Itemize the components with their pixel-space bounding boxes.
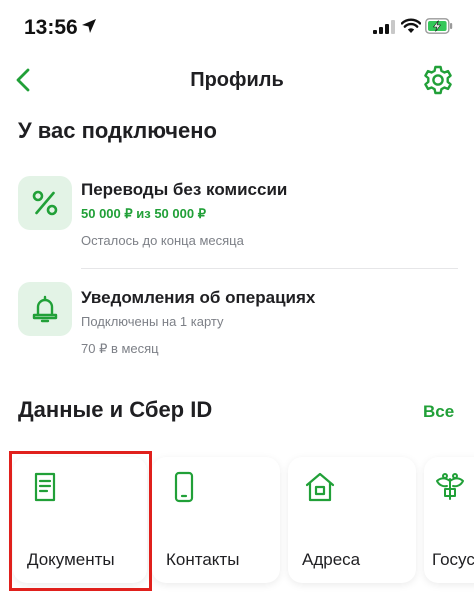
addresses-card[interactable]: Адреса (288, 457, 416, 583)
service-note: Осталось до конца месяца (81, 233, 244, 248)
divider (81, 268, 458, 269)
card-label: Адреса (302, 550, 361, 569)
wifi-icon (401, 18, 421, 33)
nav-bar: Профиль (0, 56, 474, 106)
card-label: Контакты (166, 550, 240, 569)
service-price: 70 ₽ в месяц (81, 341, 159, 356)
bell-icon (32, 295, 58, 323)
page-title: Профиль (190, 69, 284, 91)
service-detail: Подключены на 1 карту (81, 314, 224, 329)
gosuslugi-card[interactable]: Госуслуги (424, 457, 474, 583)
location-arrow-icon (82, 19, 96, 33)
phone-icon (174, 471, 194, 503)
status-time: 13:56 (24, 16, 78, 39)
percent-icon (32, 190, 58, 216)
connected-section-title: У вас подключено (18, 118, 217, 143)
service-icon-box (18, 176, 72, 230)
service-operation-notifications[interactable]: Уведомления об операциях Подключены на 1… (18, 282, 458, 362)
see-all-link[interactable]: Все (423, 402, 454, 422)
service-icon-box (18, 282, 72, 336)
selection-highlight (9, 451, 152, 591)
service-title: Переводы без комиссии (81, 180, 288, 199)
card-label: Госуслуги (432, 550, 474, 569)
emblem-icon (436, 473, 464, 500)
cellular-signal-icon (373, 20, 395, 34)
home-icon (305, 472, 335, 502)
service-limit: 50 000 ₽ из 50 000 ₽ (81, 206, 206, 221)
status-bar: 13:56 (0, 0, 474, 56)
data-section-title: Данные и Сбер ID (18, 397, 213, 422)
service-free-transfers[interactable]: Переводы без комиссии 50 000 ₽ из 50 000… (18, 176, 458, 256)
battery-charging-icon (425, 18, 453, 34)
contacts-card[interactable]: Контакты (152, 457, 280, 583)
gear-icon[interactable] (422, 64, 454, 96)
service-title: Уведомления об операциях (81, 288, 316, 307)
